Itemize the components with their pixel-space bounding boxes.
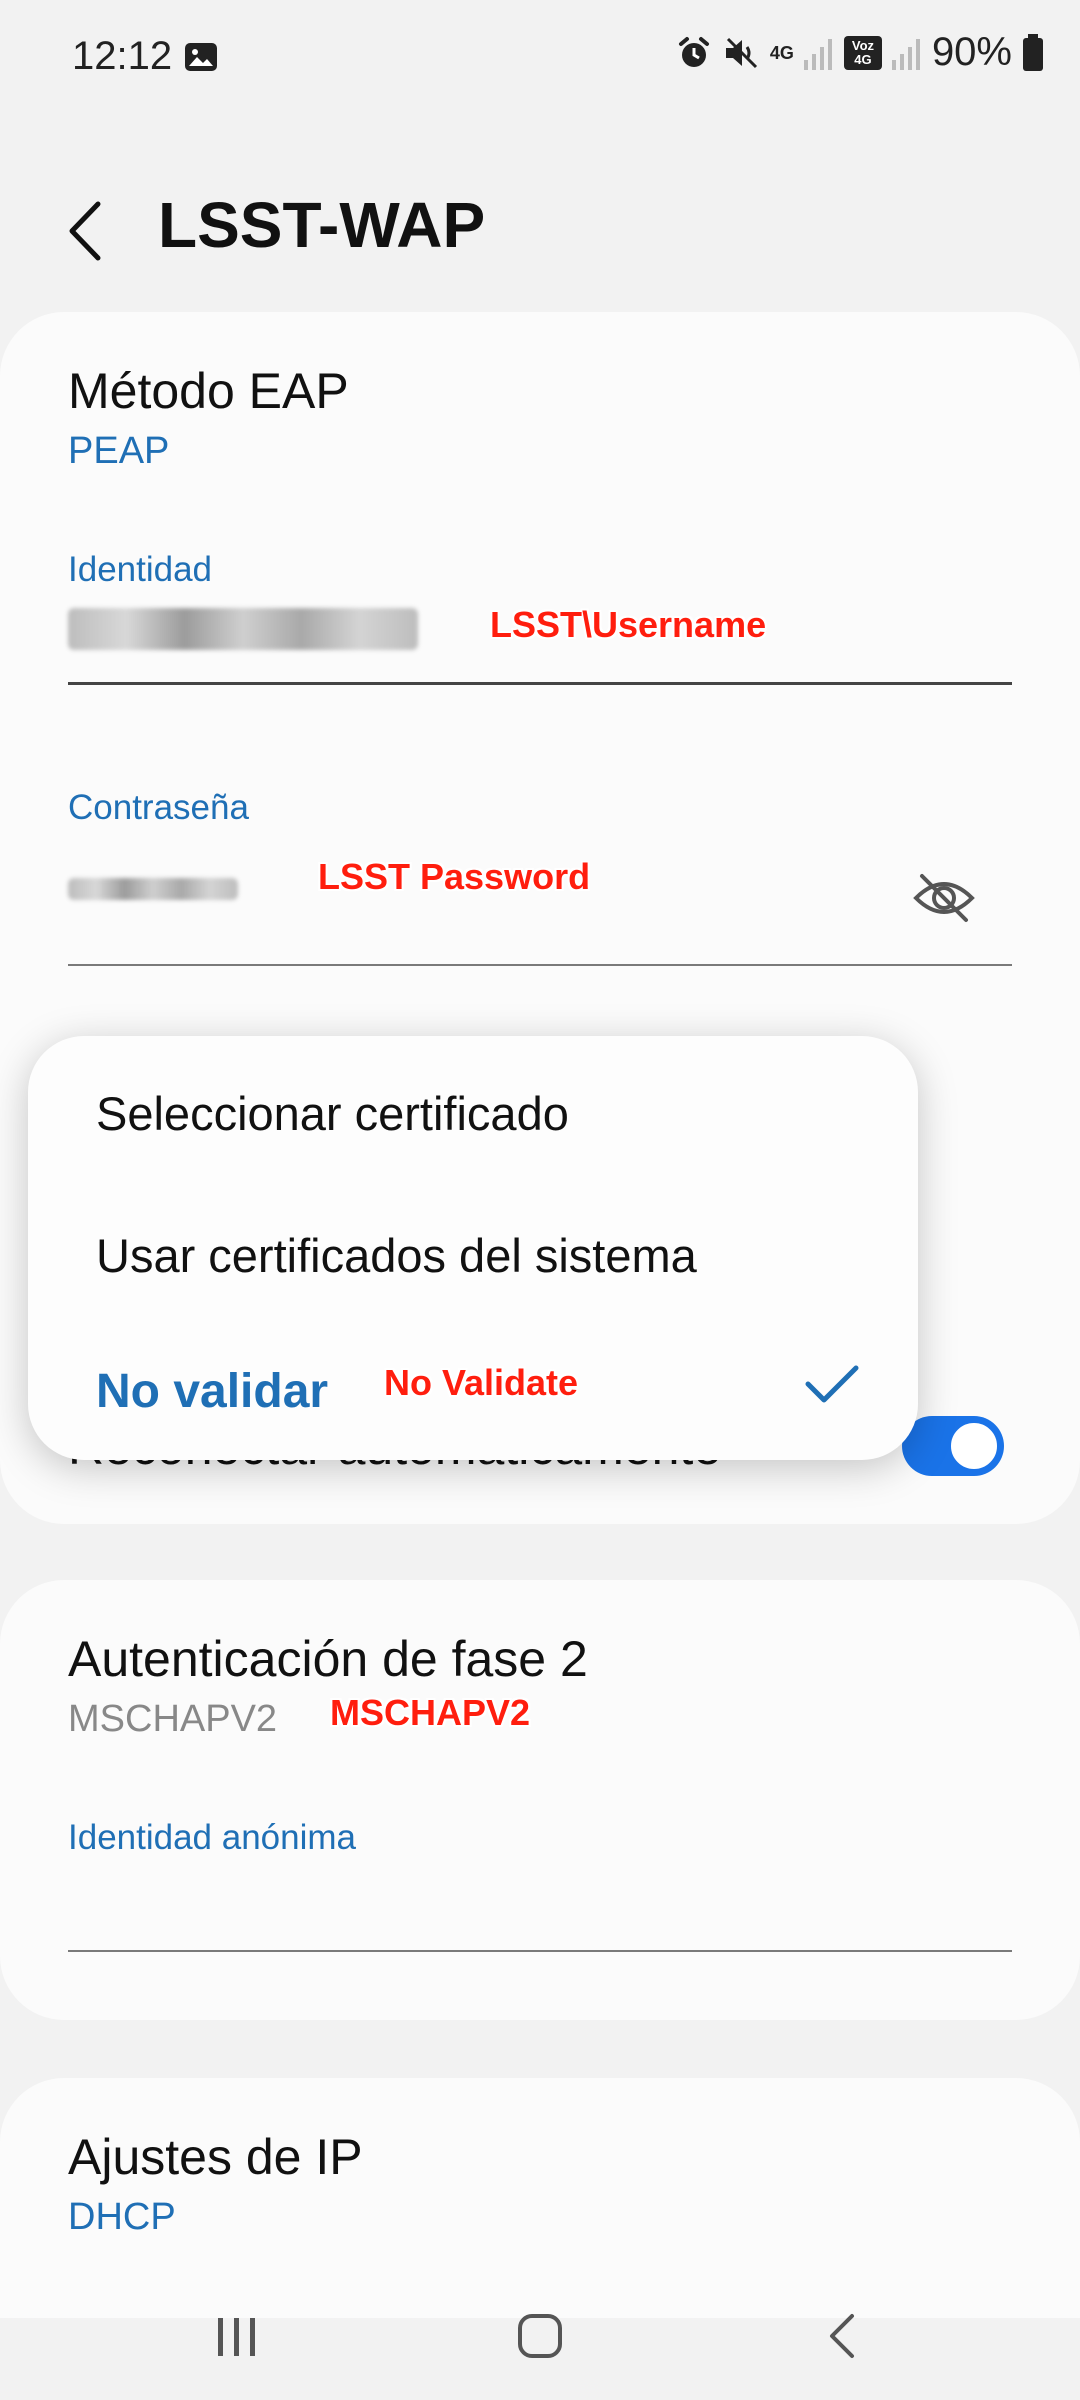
anon-identity-underline <box>68 1950 1012 1952</box>
status-time: 12:12 <box>72 34 173 78</box>
signal-icon-2 <box>891 38 920 70</box>
status-icons: 4G Voz 4G 90% <box>676 30 1044 75</box>
password-underline <box>68 964 1012 966</box>
mute-icon <box>725 37 757 68</box>
battery-icon <box>1023 33 1043 71</box>
recents-icon[interactable] <box>214 2314 260 2360</box>
volte-badge: Voz 4G <box>843 35 882 70</box>
certificate-popup-menu: Seleccionar certificado Usar certificado… <box>28 1036 918 1460</box>
toggle-knob <box>948 1420 1000 1472</box>
navigation-bar <box>0 2290 1080 2400</box>
password-blurred-value <box>68 878 238 900</box>
checkmark-icon <box>805 1365 859 1403</box>
page-title: LSST-WAP <box>158 189 486 261</box>
signal-icon <box>803 38 832 70</box>
phase2-label: Autenticación de fase 2 <box>68 1631 588 1687</box>
alarm-icon <box>678 36 709 67</box>
title-bar: LSST-WAP <box>0 170 1080 290</box>
phase2-card: Autenticación de fase 2 MSCHAPV2 MSCHAPV… <box>0 1580 1080 2020</box>
reconnect-toggle[interactable] <box>902 1416 1004 1476</box>
network-type-label: 4G <box>769 42 794 63</box>
home-icon[interactable] <box>516 2312 564 2360</box>
anon-identity-label: Identidad anónima <box>68 1818 356 1857</box>
nav-back-icon[interactable] <box>826 2312 858 2360</box>
menu-item-select-certificate[interactable]: Seleccionar certificado <box>96 1086 569 1141</box>
back-arrow-icon[interactable] <box>62 198 112 264</box>
eye-off-icon[interactable] <box>912 872 976 924</box>
password-label: Contraseña <box>68 788 249 827</box>
no-validate-annotation: No Validate <box>384 1362 579 1403</box>
password-annotation: LSST Password <box>318 856 591 897</box>
identity-blurred-value <box>68 608 418 650</box>
eap-method-value: PEAP <box>68 430 170 472</box>
menu-item-no-validate[interactable]: No validar <box>96 1364 328 1419</box>
identity-annotation: LSST\Username <box>490 604 767 645</box>
status-bar: 12:12 4G Voz 4G 90% <box>0 0 1080 120</box>
ip-settings-value: DHCP <box>68 2196 176 2238</box>
battery-percent: 90% <box>931 30 1012 74</box>
phase2-value: MSCHAPV2 <box>68 1698 278 1740</box>
ip-settings-card[interactable]: Ajustes de IP DHCP <box>0 2078 1080 2318</box>
identity-underline <box>68 682 1012 685</box>
phase2-annotation: MSCHAPV2 <box>330 1692 531 1733</box>
menu-item-system-certificates[interactable]: Usar certificados del sistema <box>96 1228 697 1283</box>
identity-label: Identidad <box>68 550 213 589</box>
eap-method-label: Método EAP <box>68 363 349 419</box>
ip-settings-label: Ajustes de IP <box>68 2129 363 2185</box>
gallery-icon <box>185 43 217 71</box>
